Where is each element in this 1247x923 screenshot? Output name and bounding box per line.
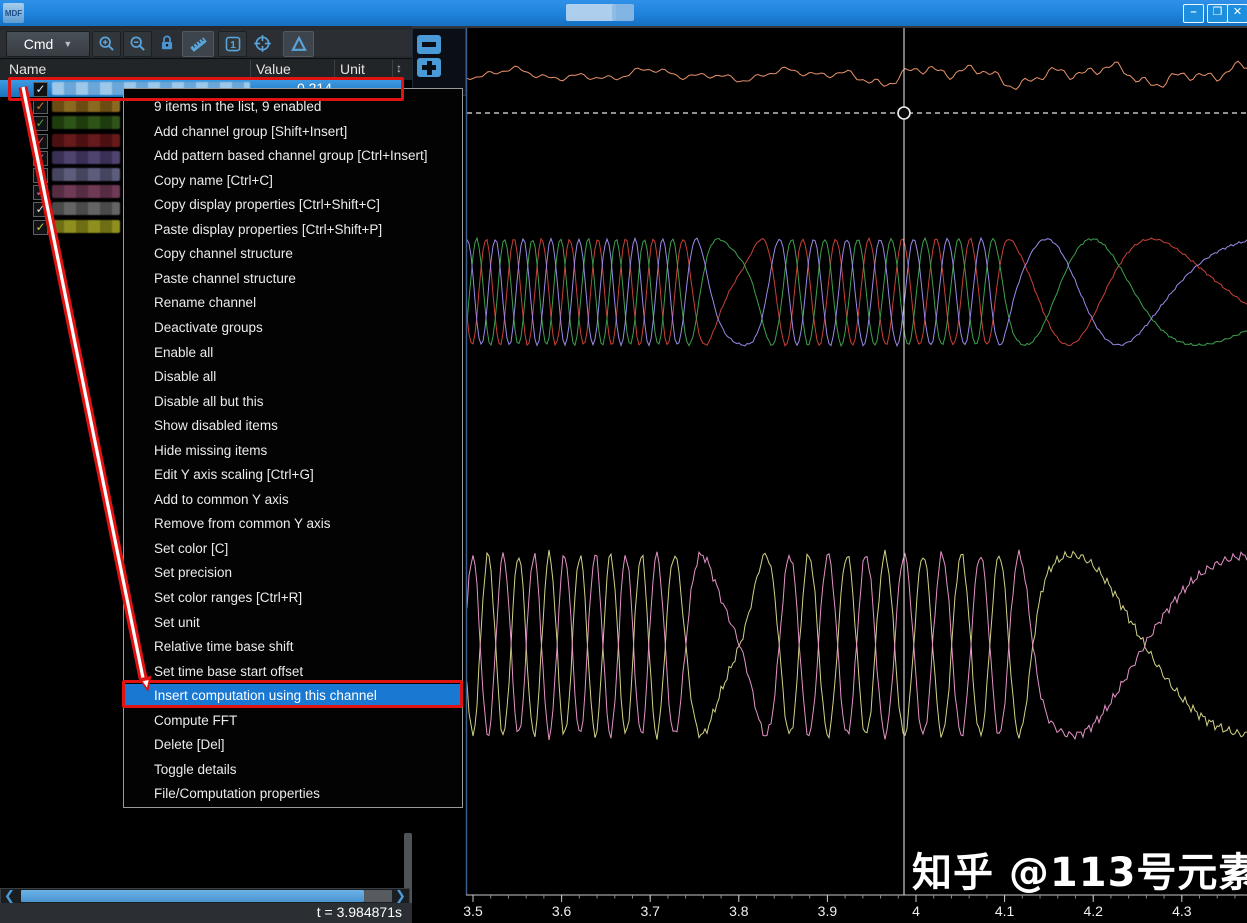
close-button[interactable]: ✕ bbox=[1227, 4, 1247, 23]
minimize-button[interactable]: – bbox=[1183, 4, 1204, 23]
menu-item[interactable]: Copy display properties [Ctrl+Shift+C] bbox=[124, 193, 462, 217]
title-bar: MDF – ❒ ✕ bbox=[0, 0, 1247, 26]
y-zoom-strip bbox=[412, 28, 466, 96]
column-header-value[interactable]: Value bbox=[256, 61, 291, 77]
menu-item[interactable]: Set color [C] bbox=[124, 537, 462, 561]
x-tick-label: 3.5 bbox=[451, 903, 495, 919]
horizontal-scrollbar-thumb[interactable] bbox=[21, 890, 364, 902]
delta-icon bbox=[290, 35, 308, 53]
menu-item[interactable]: Delete [Del] bbox=[124, 733, 462, 757]
channel-name-redacted bbox=[52, 151, 120, 164]
maximize-button[interactable]: ❒ bbox=[1207, 4, 1228, 23]
menu-item[interactable]: Disable all bbox=[124, 365, 462, 389]
plot-canvas[interactable] bbox=[466, 28, 1247, 895]
lock-icon bbox=[158, 34, 176, 52]
zoom-out-button[interactable] bbox=[123, 31, 152, 57]
channel-name-redacted bbox=[52, 168, 120, 181]
menu-item[interactable]: Relative time base shift bbox=[124, 635, 462, 659]
x-tick-label: 4.1 bbox=[983, 903, 1027, 919]
minus-icon bbox=[422, 42, 436, 47]
channel-name-redacted bbox=[52, 220, 120, 233]
menu-item[interactable]: Remove from common Y axis bbox=[124, 512, 462, 536]
x-tick-label: 3.7 bbox=[628, 903, 672, 919]
channel-checkbox[interactable]: ✓ bbox=[33, 220, 48, 235]
menu-item[interactable]: Add to common Y axis bbox=[124, 488, 462, 512]
menu-item[interactable]: Add pattern based channel group [Ctrl+In… bbox=[124, 144, 462, 168]
single-frame-icon: 1 bbox=[224, 35, 242, 53]
menu-item[interactable]: Copy channel structure bbox=[124, 242, 462, 266]
menu-item[interactable]: Compute FFT bbox=[124, 709, 462, 733]
channel-checkbox[interactable]: ✓ bbox=[33, 134, 48, 149]
annotation-highlight-menu-item bbox=[122, 680, 463, 708]
target-icon bbox=[253, 34, 272, 53]
menu-item[interactable]: Show disabled items bbox=[124, 414, 462, 438]
channel-checkbox[interactable]: ✓ bbox=[33, 185, 48, 200]
x-tick-label: 3.9 bbox=[805, 903, 849, 919]
channel-checkbox[interactable]: ✓ bbox=[33, 202, 48, 217]
window-title-redacted-2 bbox=[612, 4, 634, 21]
single-frame-button[interactable]: 1 bbox=[218, 31, 247, 57]
x-tick-label: 4 bbox=[894, 903, 938, 919]
channel-name-redacted bbox=[52, 134, 120, 147]
menu-item[interactable]: Rename channel bbox=[124, 291, 462, 315]
cmd-dropdown[interactable]: Cmd ▼ bbox=[6, 31, 90, 57]
watermark: 知乎 @113号元素 bbox=[912, 840, 1242, 892]
cursor-time-readout: t = 3.984871s bbox=[317, 904, 402, 920]
y-zoom-in-button[interactable] bbox=[417, 58, 441, 77]
x-tick-label: 3.8 bbox=[717, 903, 761, 919]
lock-button[interactable] bbox=[153, 31, 180, 55]
svg-text:1: 1 bbox=[230, 40, 236, 51]
toolbar: Cmd ▼ bbox=[0, 30, 412, 56]
app-icon: MDF bbox=[3, 3, 24, 23]
channel-checkbox[interactable]: ✓ bbox=[33, 99, 48, 114]
channel-checkbox[interactable]: ✓ bbox=[33, 116, 48, 131]
channel-checkbox[interactable]: ✓ bbox=[33, 151, 48, 166]
menu-item[interactable]: Toggle details bbox=[124, 758, 462, 782]
scroll-left-arrow-icon[interactable]: ❮ bbox=[2, 890, 17, 902]
menu-item[interactable]: Disable all but this bbox=[124, 390, 462, 414]
x-tick-label: 3.6 bbox=[540, 903, 584, 919]
zoom-in-icon bbox=[98, 35, 116, 53]
scroll-right-arrow-icon[interactable]: ❯ bbox=[393, 890, 408, 902]
menu-item[interactable]: Paste display properties [Ctrl+Shift+P] bbox=[124, 218, 462, 242]
channel-checkbox[interactable]: ✓ bbox=[33, 168, 48, 183]
menu-item[interactable]: Edit Y axis scaling [Ctrl+G] bbox=[124, 463, 462, 487]
y-zoom-out-button[interactable] bbox=[417, 35, 441, 54]
menu-item[interactable]: Set precision bbox=[124, 561, 462, 585]
channel-name-redacted bbox=[52, 116, 120, 129]
channel-name-redacted bbox=[52, 99, 120, 112]
delta-button[interactable] bbox=[283, 31, 314, 57]
chevron-down-icon: ▼ bbox=[63, 39, 72, 49]
annotation-highlight-selected-row bbox=[8, 77, 404, 101]
status-bar: t = 3.984871s bbox=[0, 903, 412, 923]
menu-item[interactable]: Paste channel structure bbox=[124, 267, 462, 291]
horizontal-scrollbar[interactable]: ❮ ❯ bbox=[0, 888, 410, 904]
x-tick-label: 4.3 bbox=[1160, 903, 1204, 919]
zoom-in-button[interactable] bbox=[92, 31, 121, 57]
menu-item[interactable]: Deactivate groups bbox=[124, 316, 462, 340]
ruler-icon bbox=[189, 35, 208, 54]
measure-button[interactable] bbox=[182, 31, 214, 57]
menu-item[interactable]: Copy name [Ctrl+C] bbox=[124, 169, 462, 193]
menu-item[interactable]: Set color ranges [Ctrl+R] bbox=[124, 586, 462, 610]
menu-item[interactable]: File/Computation properties bbox=[124, 782, 462, 806]
x-tick-label: 4.2 bbox=[1071, 903, 1115, 919]
menu-item[interactable]: Enable all bbox=[124, 341, 462, 365]
column-header-unit[interactable]: Unit bbox=[340, 61, 365, 77]
column-header-name[interactable]: Name bbox=[9, 61, 46, 77]
zoom-out-icon bbox=[129, 35, 147, 53]
channel-name-redacted bbox=[52, 185, 120, 198]
channel-name-redacted bbox=[52, 202, 120, 215]
sort-indicator-icon[interactable]: ↕ bbox=[396, 61, 402, 75]
application-window: MDF – ❒ ✕ Cmd ▼ bbox=[0, 0, 1247, 923]
window-title-redacted bbox=[566, 4, 616, 21]
menu-item[interactable]: Set unit bbox=[124, 611, 462, 635]
cursor-target-button[interactable] bbox=[249, 31, 276, 55]
horizontal-scrollbar-thumb-end[interactable] bbox=[364, 890, 392, 902]
menu-item[interactable]: Hide missing items bbox=[124, 439, 462, 463]
menu-item[interactable]: Add channel group [Shift+Insert] bbox=[124, 120, 462, 144]
